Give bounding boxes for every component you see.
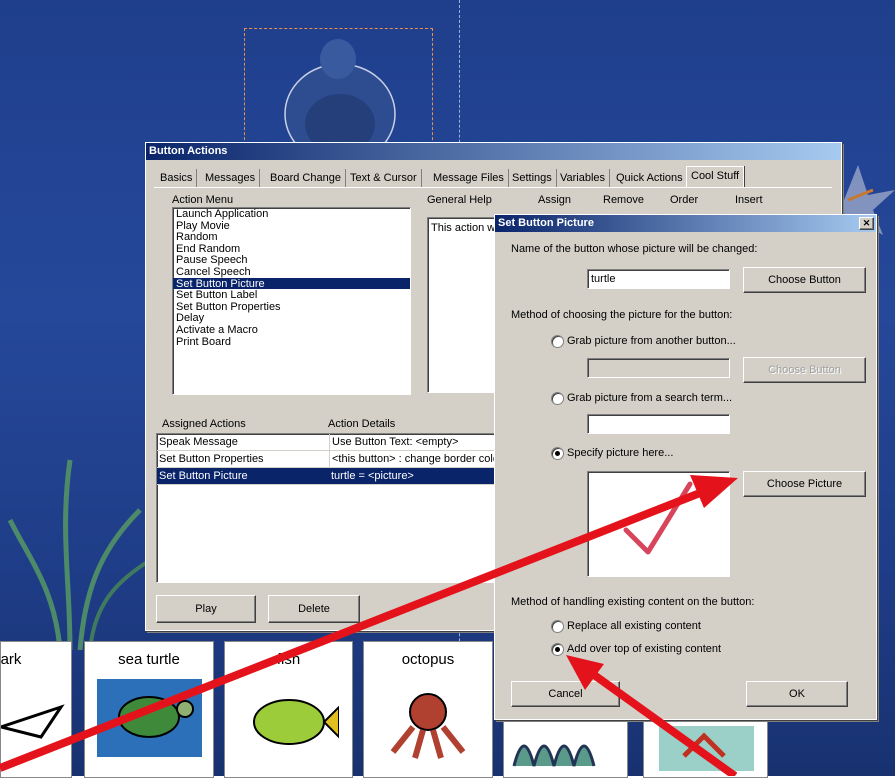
window-title: Button Actions [146, 143, 841, 160]
list-item[interactable]: Set Button Properties [173, 301, 410, 313]
add-over-content-radio[interactable] [551, 643, 564, 656]
tab-cool-stuff[interactable]: Cool Stuff [686, 166, 745, 188]
list-item[interactable]: Cancel Speech [173, 266, 410, 278]
coral-decoration [7, 459, 152, 650]
tab-settings[interactable]: Settings [508, 169, 557, 187]
board-card-fish[interactable]: fish [224, 641, 353, 778]
order-header[interactable]: Order [670, 194, 698, 206]
set-button-picture-dialog: Set Button Picture ✕ Name of the button … [494, 214, 877, 720]
ok-button[interactable]: OK [746, 681, 848, 707]
card-label: ark [0, 651, 22, 668]
action-details-cell: <this button> : change border color [329, 451, 501, 467]
play-button[interactable]: Play [156, 595, 256, 623]
tab-quick-actions[interactable]: Quick Actions [612, 169, 688, 187]
action-details-header: Action Details [328, 418, 396, 430]
choose-button-button[interactable]: Choose Button [743, 267, 866, 293]
list-item[interactable]: Print Board [173, 336, 410, 348]
action-details-cell: turtle = <picture> [331, 470, 414, 482]
help-text: This action w [431, 222, 496, 234]
action-menu-label: Action Menu [172, 194, 234, 206]
card-label: fish [276, 651, 301, 668]
turtle-button-selection[interactable] [244, 28, 433, 165]
general-help-box: This action w [427, 217, 499, 393]
choose-button-disabled: Choose Button [743, 357, 866, 383]
checkmark-icon [623, 481, 693, 555]
list-item[interactable]: Random [173, 231, 410, 243]
table-row[interactable]: Set Button Properties <this button> : ch… [157, 451, 501, 468]
close-icon[interactable]: ✕ [859, 217, 874, 230]
turtle-icon [118, 696, 194, 738]
grab-from-button-radio[interactable] [551, 335, 564, 348]
search-term-label: Grab picture from a search term... [567, 392, 733, 404]
remove-header[interactable]: Remove [603, 194, 644, 206]
turtle-silhouette-icon [284, 39, 396, 165]
assigned-actions-header: Assigned Actions [162, 418, 246, 430]
sea-turtle-picture [97, 679, 202, 757]
search-term-field[interactable] [587, 414, 730, 434]
grab-from-button-label: Grab picture from another button... [567, 335, 736, 347]
tab-messages[interactable]: Messages [201, 169, 261, 187]
assigned-actions-grid[interactable]: Speak Message Use Button Text: <empty> S… [156, 433, 502, 583]
dialog-title: Set Button Picture ✕ [495, 215, 876, 232]
shark-icon [1, 704, 65, 739]
tab-message-files[interactable]: Message Files [429, 169, 509, 187]
list-item-selected[interactable]: Set Button Picture [173, 277, 410, 289]
assigned-action-cell: Set Button Properties [159, 453, 264, 465]
board-card-shark[interactable]: ark [0, 641, 72, 778]
tab-strip: Basics Messages Board Change Text & Curs… [156, 166, 836, 188]
assign-header[interactable]: Assign [538, 194, 571, 206]
list-item[interactable]: Play Movie [173, 220, 410, 232]
insert-header[interactable]: Insert [735, 194, 763, 206]
delete-button[interactable]: Delete [268, 595, 360, 623]
octopus-icon [390, 693, 466, 759]
list-item[interactable]: Set Button Label [173, 289, 410, 301]
button-name-field[interactable]: turtle [587, 269, 730, 289]
search-term-radio[interactable] [551, 392, 564, 405]
seaweed-icon [512, 744, 596, 767]
list-item[interactable]: Pause Speech [173, 254, 410, 267]
list-item[interactable]: Activate a Macro [173, 324, 410, 336]
table-row-selected[interactable]: Set Button Picture turtle = <picture> [157, 468, 501, 485]
specify-picture-radio[interactable] [551, 447, 564, 460]
name-label: Name of the button whose picture will be… [511, 243, 758, 255]
card-label: sea turtle [118, 651, 180, 668]
existing-content-label: Method of handling existing content on t… [511, 596, 755, 608]
board-card-octopus[interactable]: octopus [363, 641, 493, 778]
picture-preview[interactable] [587, 471, 730, 577]
list-item[interactable]: Launch Application [173, 208, 410, 220]
tab-basics[interactable]: Basics [156, 169, 198, 187]
card-label: octopus [401, 651, 455, 668]
specify-picture-label: Specify picture here... [567, 447, 674, 459]
tab-board-change[interactable]: Board Change [266, 169, 346, 187]
list-item[interactable]: Delay [173, 312, 410, 325]
choose-picture-button[interactable]: Choose Picture [743, 471, 866, 497]
replace-content-label: Replace all existing content [567, 620, 701, 632]
coral-icon [659, 726, 754, 771]
cancel-button[interactable]: Cancel [511, 681, 620, 707]
dialog-title-text: Set Button Picture [498, 217, 594, 229]
fish-icon [253, 699, 339, 745]
action-menu-list[interactable]: Launch Application Play Movie Random End… [172, 207, 411, 395]
assigned-action-cell: Speak Message [159, 436, 238, 448]
method-label: Method of choosing the picture for the b… [511, 309, 733, 321]
assigned-action-cell: Set Button Picture [159, 470, 248, 482]
board-card-coral[interactable] [643, 715, 768, 778]
tab-text-cursor[interactable]: Text & Cursor [346, 169, 422, 187]
source-button-field [587, 358, 730, 378]
replace-content-radio[interactable] [551, 620, 564, 633]
table-row[interactable]: Speak Message Use Button Text: <empty> [157, 434, 501, 451]
tab-variables[interactable]: Variables [556, 169, 611, 187]
board-card-sea-turtle[interactable]: sea turtle [84, 641, 214, 778]
board-card-seaweed[interactable] [503, 715, 628, 778]
list-item[interactable]: End Random [173, 243, 410, 255]
general-help-header: General Help [427, 194, 492, 206]
add-over-content-label: Add over top of existing content [567, 643, 722, 655]
action-details-cell: Use Button Text: <empty> [329, 434, 458, 450]
